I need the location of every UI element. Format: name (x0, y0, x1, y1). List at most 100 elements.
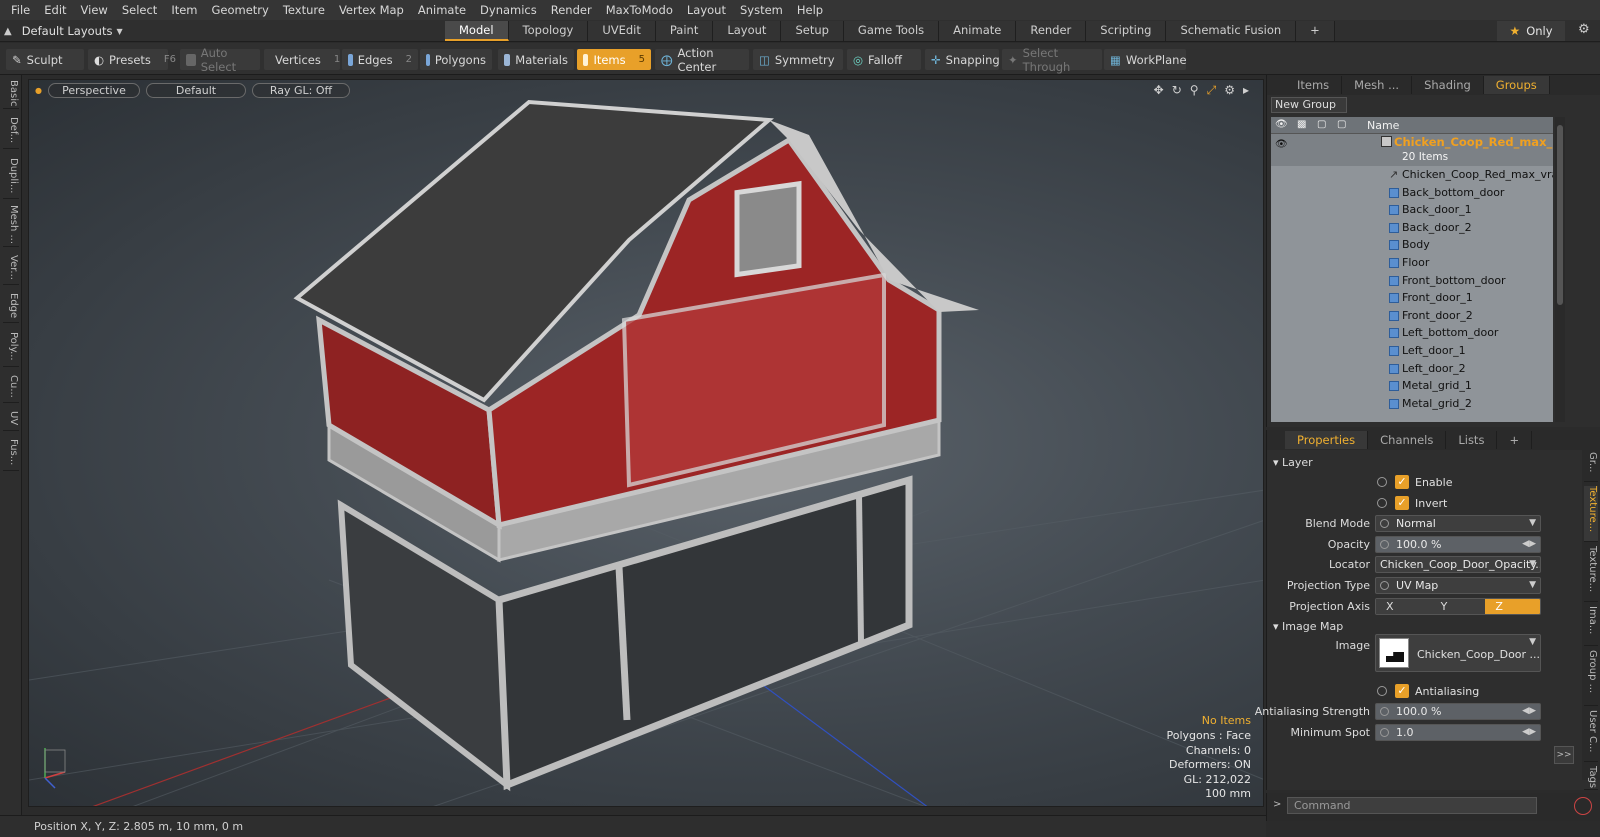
layout-selector[interactable]: ▲ Default Layouts ▼ (4, 20, 123, 42)
workplane-button[interactable]: ▦ WorkPlane (1104, 49, 1187, 70)
stepper-icon[interactable]: ◀▶ (1522, 537, 1536, 552)
menu-item-render[interactable]: Render (544, 0, 599, 20)
presets-button[interactable]: ◐ Presets F6 (88, 49, 176, 70)
panel-tab-3[interactable]: Groups (1483, 76, 1550, 94)
list-item[interactable]: Left_bottom_door (1271, 324, 1553, 342)
layer-section[interactable]: ▾ Layer (1273, 456, 1313, 469)
list-item[interactable]: Metal_grid_2 (1271, 395, 1553, 413)
zoom-icon[interactable]: ⚲ (1190, 83, 1199, 98)
menu-item-select[interactable]: Select (115, 0, 164, 20)
tab-topology[interactable]: Topology (508, 21, 589, 41)
left-tab-5[interactable]: Edge (3, 289, 19, 323)
auto-select-button[interactable]: Auto Select (180, 46, 260, 74)
materials-button[interactable]: Materials (498, 49, 574, 70)
scroll-thumb[interactable] (1557, 125, 1563, 305)
properties-tab-0[interactable]: Properties (1285, 431, 1369, 449)
list-item[interactable]: Front_bottom_door (1271, 272, 1553, 290)
fit-icon[interactable]: ⤢ (1207, 83, 1217, 98)
new-group-button[interactable]: New Group (1271, 97, 1347, 113)
projection-type-select[interactable]: UV Map ▼ (1375, 577, 1541, 594)
left-tab-6[interactable]: Poly... (3, 327, 19, 367)
lock-icon[interactable]: ▩ (1297, 119, 1306, 130)
menu-item-system[interactable]: System (733, 0, 790, 20)
group-visibility-icon[interactable]: 👁 (1275, 136, 1288, 154)
tab-animate[interactable]: Animate (939, 21, 1017, 41)
gear-icon[interactable]: ⚙ (1578, 22, 1590, 37)
menu-item-file[interactable]: File (4, 0, 37, 20)
properties-tab-2[interactable]: Lists (1446, 431, 1498, 449)
left-tab-2[interactable]: Dupli... (3, 153, 19, 199)
group-row[interactable]: 👁 Chicken_Coop_Red_max_... 20 Items (1271, 134, 1553, 166)
tab-paint[interactable]: Paint (655, 21, 714, 41)
visibility-icon[interactable]: 👁 (1275, 119, 1288, 130)
list-item[interactable]: Metal_grid_1 (1271, 377, 1553, 395)
tab-model[interactable]: Model (445, 21, 509, 41)
items-button[interactable]: Items 5 (577, 49, 651, 70)
tab-schematic-fusion[interactable]: Schematic Fusion (1166, 21, 1297, 41)
properties-tab-1[interactable]: Channels (1368, 431, 1447, 449)
edges-button[interactable]: Edges 2 (342, 49, 418, 70)
blend-mode-select[interactable]: Normal ▼ (1375, 515, 1541, 532)
viewport-dot-icon[interactable]: ● (35, 86, 42, 95)
opacity-field[interactable]: 100.0 % ◀▶ (1375, 536, 1541, 553)
raygl-dropdown[interactable]: Ray GL: Off (251, 82, 350, 98)
menu-item-edit[interactable]: Edit (37, 0, 73, 20)
axis-x-option[interactable]: X (1376, 599, 1431, 614)
menu-item-view[interactable]: View (74, 0, 115, 20)
image-map-section[interactable]: ▾ Image Map (1273, 620, 1343, 633)
texture-tab-1[interactable]: Texture... (1584, 486, 1598, 542)
list-item[interactable]: Front_door_2 (1271, 307, 1553, 325)
group-list[interactable]: 👁 ▩ ▢ ▢ Name 👁 Chicken_Coop_Red_max_... … (1271, 117, 1553, 422)
tab-scripting[interactable]: Scripting (1086, 21, 1167, 41)
panel-tab-1[interactable]: Mesh ... (1342, 76, 1413, 94)
list-item[interactable]: Back_door_1 (1271, 201, 1553, 219)
left-tab-9[interactable]: Fus... (3, 435, 19, 471)
list-item[interactable]: Front_door_1 (1271, 289, 1553, 307)
command-arrow-icon[interactable]: > (1273, 799, 1281, 810)
aa-strength-field[interactable]: 100.0 % ◀▶ (1375, 703, 1541, 720)
left-tab-7[interactable]: Cu... (3, 371, 19, 403)
menu-item-layout[interactable]: Layout (680, 0, 733, 20)
menu-item-animate[interactable]: Animate (411, 0, 473, 20)
left-tab-1[interactable]: Def... (3, 113, 19, 149)
rotate-icon[interactable]: ↻ (1172, 83, 1182, 98)
tab-layout[interactable]: Layout (713, 21, 782, 41)
tab-uvedit[interactable]: UVEdit (588, 21, 656, 41)
action-center-button[interactable]: ⨁ Action Center (655, 46, 749, 74)
texture-tab-6[interactable]: Tags (1584, 766, 1598, 790)
texture-tab-2[interactable]: Texture... (1584, 546, 1598, 602)
command-input[interactable]: Command (1287, 797, 1537, 814)
add-tab-icon[interactable]: + (1296, 21, 1335, 41)
list-item[interactable]: Back_door_2 (1271, 219, 1553, 237)
falloff-button[interactable]: ◎ Falloff (847, 49, 921, 70)
texture-tab-5[interactable]: User C... (1584, 710, 1598, 762)
tab-game-tools[interactable]: Game Tools (843, 21, 940, 41)
left-tab-8[interactable]: UV (3, 407, 19, 431)
stepper-icon[interactable]: ◀▶ (1522, 725, 1536, 740)
add-tab-icon[interactable]: + (1497, 431, 1533, 449)
axis-y-option[interactable]: Y (1430, 599, 1486, 614)
projection-axis-selector[interactable]: XYZ (1375, 598, 1541, 615)
texture-tab-0[interactable]: Gr... (1584, 452, 1598, 482)
enable-checkbox[interactable]: ✓ (1395, 475, 1409, 489)
texture-tab-4[interactable]: Group ... (1584, 650, 1598, 706)
snapping-button[interactable]: ✛ Snapping (925, 49, 1000, 70)
tab-setup[interactable]: Setup (781, 21, 844, 41)
stepper-icon[interactable]: ◀▶ (1522, 704, 1536, 719)
select-through-button[interactable]: ✦ Select Through (1002, 46, 1102, 74)
menu-item-maxtomodo[interactable]: MaxToModo (599, 0, 680, 20)
menu-item-texture[interactable]: Texture (276, 0, 332, 20)
list-item[interactable]: Back_bottom_door (1271, 184, 1553, 202)
list-item[interactable]: ↗ Chicken_Coop_Red_max_vray (1271, 166, 1553, 184)
left-tab-0[interactable]: Basic (3, 79, 19, 109)
left-tab-4[interactable]: Ver... (3, 251, 19, 285)
select-icon[interactable]: ▢ (1337, 119, 1346, 130)
list-item[interactable]: Left_door_2 (1271, 360, 1553, 378)
symmetry-button[interactable]: ◫ Symmetry (753, 49, 843, 70)
menu-item-help[interactable]: Help (790, 0, 830, 20)
shading-dropdown[interactable]: Default (145, 82, 246, 98)
3d-viewport[interactable]: ● Perspective Default Ray GL: Off ✥ ↻ ⚲ … (28, 79, 1264, 807)
texture-tab-3[interactable]: Ima... (1584, 606, 1598, 646)
list-item[interactable]: Body (1271, 236, 1553, 254)
panel-tab-0[interactable]: Items (1285, 76, 1343, 94)
